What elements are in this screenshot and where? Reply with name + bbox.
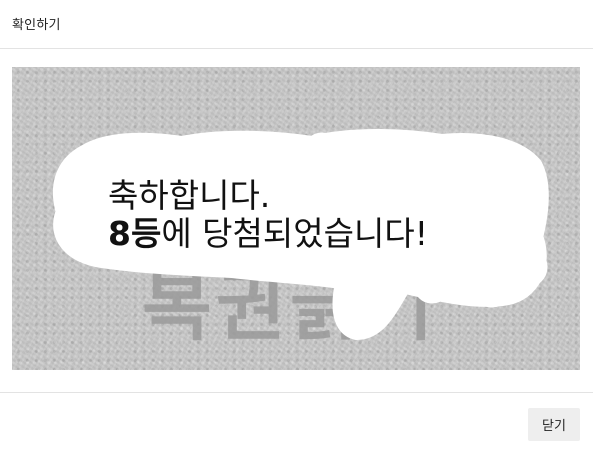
result-rank: 8등 [108,214,162,253]
result-line-rest: 에 당첨되었습니다! [161,214,428,253]
dialog-title: 확인하기 [12,18,61,33]
confirm-dialog: 확인하기 복권긁기 축하합니다. 8등에 당첨되었습니다! 닫기 [0,0,593,456]
dialog-footer: 닫기 [0,392,593,456]
result-line-congrats: 축하합니다. [108,176,271,215]
close-button[interactable]: 닫기 [528,408,580,441]
dialog-header: 확인하기 [0,0,593,49]
scratch-card[interactable]: 복권긁기 축하합니다. 8등에 당첨되었습니다! [12,67,580,370]
result-line-winning: 8등에 당첨되었습니다! [108,215,428,253]
result-message: 축하합니다. 8등에 당첨되었습니다! [108,177,428,253]
dialog-body: 복권긁기 축하합니다. 8등에 당첨되었습니다! [12,67,580,370]
